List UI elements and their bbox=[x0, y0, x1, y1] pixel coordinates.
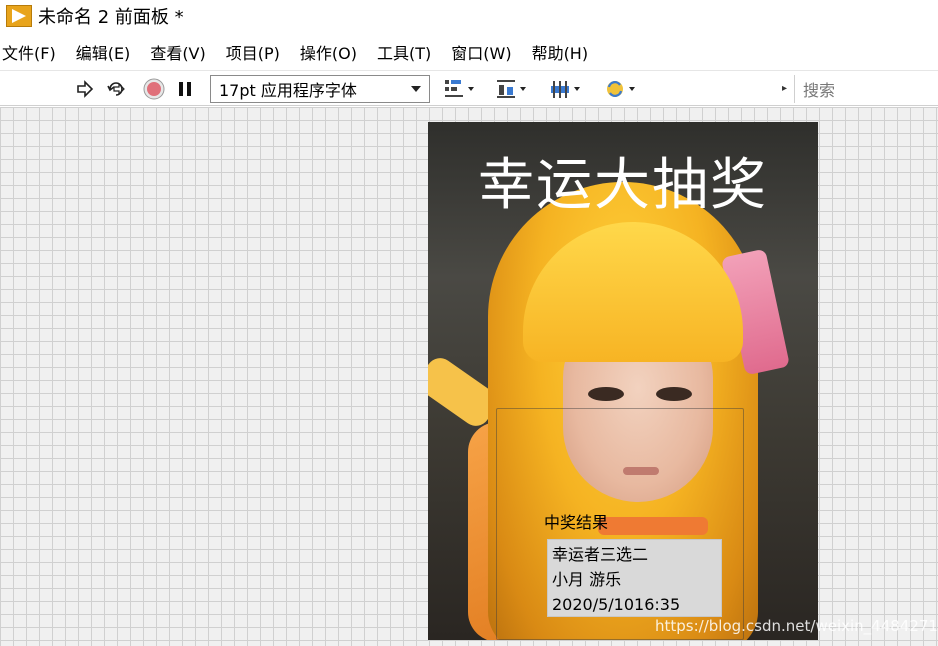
run-continuously-icon[interactable] bbox=[104, 77, 128, 101]
distribute-objects-icon[interactable] bbox=[494, 77, 530, 101]
result-label: 中奖结果 bbox=[544, 513, 609, 532]
window-title: 未命名 2 前面板 * bbox=[38, 7, 184, 28]
chevron-down-icon bbox=[411, 86, 421, 92]
picture-eye-right bbox=[656, 387, 692, 401]
run-arrow-icon[interactable] bbox=[72, 77, 96, 101]
abort-icon[interactable] bbox=[142, 77, 166, 101]
reorder-icon[interactable] bbox=[603, 77, 639, 101]
search-input[interactable]: 搜索 bbox=[794, 75, 938, 103]
align-objects-icon[interactable] bbox=[442, 77, 478, 101]
title-bar: 未命名 2 前面板 * bbox=[0, 0, 938, 32]
watermark: https://blog.csdn.net/weixin_44842715 bbox=[655, 617, 938, 635]
menu-help[interactable]: 帮助(H) bbox=[532, 40, 589, 64]
font-select[interactable]: 17pt 应用程序字体 bbox=[210, 75, 430, 103]
search-expand-icon[interactable]: ▸ bbox=[782, 83, 787, 94]
picture-title: 幸运大抽奖 bbox=[478, 153, 768, 218]
search-placeholder: 搜索 bbox=[803, 81, 836, 100]
menu-window[interactable]: 窗口(W) bbox=[451, 40, 511, 64]
menu-operate[interactable]: 操作(O) bbox=[300, 40, 357, 64]
pause-icon[interactable] bbox=[173, 77, 197, 101]
result-line: 2020/5/1016:35 bbox=[552, 595, 681, 614]
labview-run-icon bbox=[6, 5, 32, 27]
menu-project[interactable]: 项目(P) bbox=[226, 40, 280, 64]
menu-view[interactable]: 查看(V) bbox=[150, 40, 205, 64]
menu-bar: 文件(F) 编辑(E) 查看(V) 项目(P) 操作(O) 工具(T) 窗口(W… bbox=[0, 38, 938, 66]
menu-edit[interactable]: 编辑(E) bbox=[76, 40, 131, 64]
menu-file[interactable]: 文件(F) bbox=[2, 40, 56, 64]
toolbar: 17pt 应用程序字体 ▸ 搜索 bbox=[0, 70, 938, 106]
result-string-indicator[interactable]: 幸运者三选二 小月 游乐 2020/5/1016:35 bbox=[547, 539, 722, 617]
font-select-value: 17pt 应用程序字体 bbox=[219, 81, 357, 100]
picture-eye-left bbox=[588, 387, 624, 401]
result-line: 小月 游乐 bbox=[552, 570, 622, 589]
menu-tools[interactable]: 工具(T) bbox=[377, 40, 431, 64]
result-line: 幸运者三选二 bbox=[552, 545, 649, 564]
resize-objects-icon[interactable] bbox=[548, 77, 584, 101]
